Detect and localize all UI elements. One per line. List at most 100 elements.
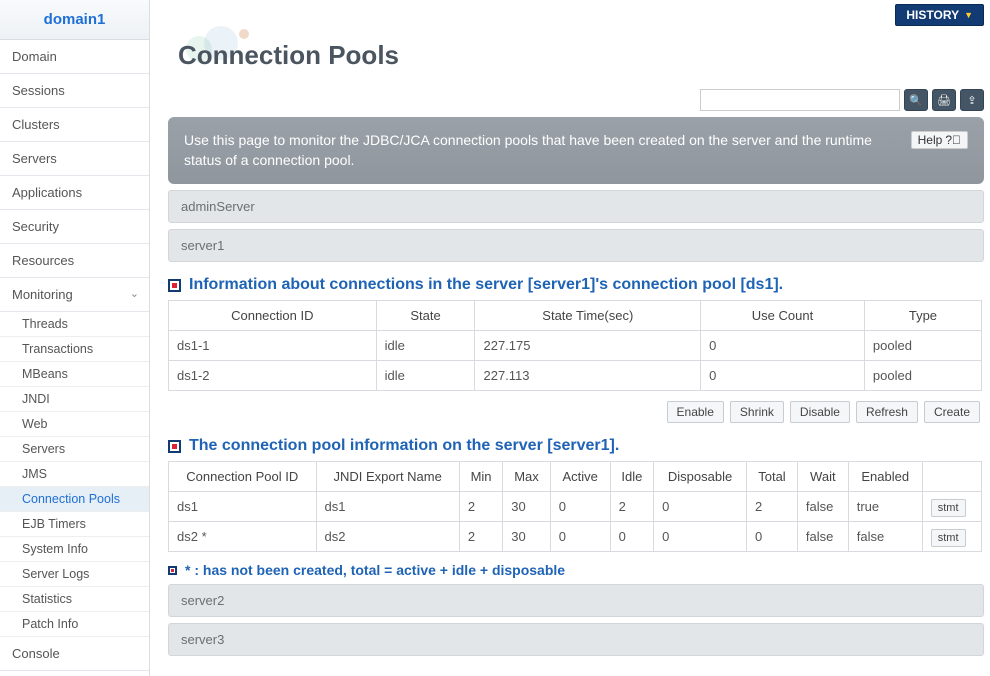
nav-item-resources[interactable]: Resources — [0, 244, 149, 278]
cell-id: ds1 — [169, 492, 317, 522]
cell-state: idle — [376, 331, 475, 361]
col-header: Wait — [797, 462, 848, 492]
cell-min: 2 — [459, 492, 502, 522]
note-marker-icon — [168, 566, 177, 575]
col-header: JNDI Export Name — [316, 462, 459, 492]
cell-max: 30 — [503, 492, 551, 522]
table-row[interactable]: ds2 *ds22300000falsefalsestmt — [169, 522, 982, 552]
cell-jndi: ds1 — [316, 492, 459, 522]
nav-item-servers[interactable]: Servers — [0, 142, 149, 176]
table-row[interactable]: ds1-1idle227.1750pooled — [169, 331, 982, 361]
cell-enabled: true — [848, 492, 922, 522]
cell-type: pooled — [864, 361, 981, 391]
subnav-statistics[interactable]: Statistics — [0, 587, 149, 612]
cell-total: 2 — [747, 492, 798, 522]
cell-wait: false — [797, 492, 848, 522]
cell-active: 0 — [550, 492, 610, 522]
cell-idle: 2 — [610, 492, 653, 522]
server-row-server2[interactable]: server2 — [168, 584, 984, 617]
col-header: Disposable — [654, 462, 747, 492]
subnav-jndi[interactable]: JNDI — [0, 387, 149, 412]
nav-item-sessions[interactable]: Sessions — [0, 74, 149, 108]
subnav-servers[interactable]: Servers — [0, 437, 149, 462]
nav-item-console[interactable]: Console — [0, 637, 149, 671]
cell-use: 0 — [701, 331, 865, 361]
nav-item-domain[interactable]: Domain — [0, 40, 149, 74]
cell-use: 0 — [701, 361, 865, 391]
col-header — [922, 462, 981, 492]
cell-id: ds1-2 — [169, 361, 377, 391]
server-row-server1[interactable]: server1 — [168, 229, 984, 262]
subnav-connection-pools[interactable]: Connection Pools — [0, 487, 149, 512]
banner-text: Use this page to monitor the JDBC/JCA co… — [184, 131, 904, 170]
note-text: * : has not been created, total = active… — [185, 562, 565, 578]
subnav-threads[interactable]: Threads — [0, 312, 149, 337]
table-row[interactable]: ds1-2idle227.1130pooled — [169, 361, 982, 391]
subnav-mbeans[interactable]: MBeans — [0, 362, 149, 387]
info-banner: Use this page to monitor the JDBC/JCA co… — [168, 117, 984, 184]
nav-item-monitoring[interactable]: Monitoring⌄ — [0, 278, 149, 312]
stmt-button[interactable]: stmt — [931, 499, 966, 517]
subnav-transactions[interactable]: Transactions — [0, 337, 149, 362]
subnav-patch-info[interactable]: Patch Info — [0, 612, 149, 637]
help-label: Help — [918, 133, 943, 147]
cell-min: 2 — [459, 522, 502, 552]
col-header: Use Count — [701, 301, 865, 331]
pools-table: Connection Pool IDJNDI Export NameMinMax… — [168, 461, 982, 552]
table-row[interactable]: ds1ds12300202falsetruestmt — [169, 492, 982, 522]
export-xml-icon[interactable]: ⇪ — [960, 89, 984, 111]
section2-title: The connection pool information on the s… — [189, 437, 619, 455]
section-marker-icon — [168, 440, 181, 453]
col-header: Total — [747, 462, 798, 492]
subnav-server-logs[interactable]: Server Logs — [0, 562, 149, 587]
create-button[interactable]: Create — [924, 401, 980, 423]
nav-item-clusters[interactable]: Clusters — [0, 108, 149, 142]
server-row-adminserver[interactable]: adminServer — [168, 190, 984, 223]
print-icon[interactable]: 🖨 — [932, 89, 956, 111]
connections-table: Connection IDStateState Time(sec)Use Cou… — [168, 300, 982, 391]
cell-state: idle — [376, 361, 475, 391]
cell-wait: false — [797, 522, 848, 552]
section-marker-icon — [168, 279, 181, 292]
col-header: Enabled — [848, 462, 922, 492]
page-title: Connection Pools — [168, 28, 990, 89]
cell-idle: 0 — [610, 522, 653, 552]
history-button[interactable]: HISTORY ▼ — [895, 4, 984, 26]
col-header: State — [376, 301, 475, 331]
cell-time: 227.113 — [475, 361, 701, 391]
chevron-down-icon: ⌄ — [130, 287, 139, 300]
cell-disp: 0 — [654, 522, 747, 552]
section1-title: Information about connections in the ser… — [189, 276, 783, 294]
col-header: Connection ID — [169, 301, 377, 331]
refresh-button[interactable]: Refresh — [856, 401, 918, 423]
subnav-system-info[interactable]: System Info — [0, 537, 149, 562]
cell-id: ds2 * — [169, 522, 317, 552]
main-content: HISTORY ▼ Connection Pools 🔍 🖨 ⇪ Use thi… — [150, 0, 990, 676]
subnav-web[interactable]: Web — [0, 412, 149, 437]
stmt-button[interactable]: stmt — [931, 529, 966, 547]
history-label: HISTORY — [906, 8, 959, 22]
server-row-server3[interactable]: server3 — [168, 623, 984, 656]
col-header: Max — [503, 462, 551, 492]
subnav-ejb-timers[interactable]: EJB Timers — [0, 512, 149, 537]
subnav-jms[interactable]: JMS — [0, 462, 149, 487]
search-icon[interactable]: 🔍 — [904, 89, 928, 111]
col-header: Type — [864, 301, 981, 331]
search-input[interactable] — [700, 89, 900, 111]
sidebar: domain1 DomainSessionsClustersServersApp… — [0, 0, 150, 676]
help-button[interactable]: Help ?⃣ — [911, 131, 968, 149]
enable-button[interactable]: Enable — [667, 401, 724, 423]
sidebar-domain-title[interactable]: domain1 — [0, 0, 149, 40]
cell-max: 30 — [503, 522, 551, 552]
cell-time: 227.175 — [475, 331, 701, 361]
col-header: Connection Pool ID — [169, 462, 317, 492]
nav-item-security[interactable]: Security — [0, 210, 149, 244]
chevron-down-icon: ▼ — [964, 10, 973, 20]
shrink-button[interactable]: Shrink — [730, 401, 784, 423]
cell-type: pooled — [864, 331, 981, 361]
cell-total: 0 — [747, 522, 798, 552]
col-header: Active — [550, 462, 610, 492]
nav-item-applications[interactable]: Applications — [0, 176, 149, 210]
cell-enabled: false — [848, 522, 922, 552]
disable-button[interactable]: Disable — [790, 401, 850, 423]
